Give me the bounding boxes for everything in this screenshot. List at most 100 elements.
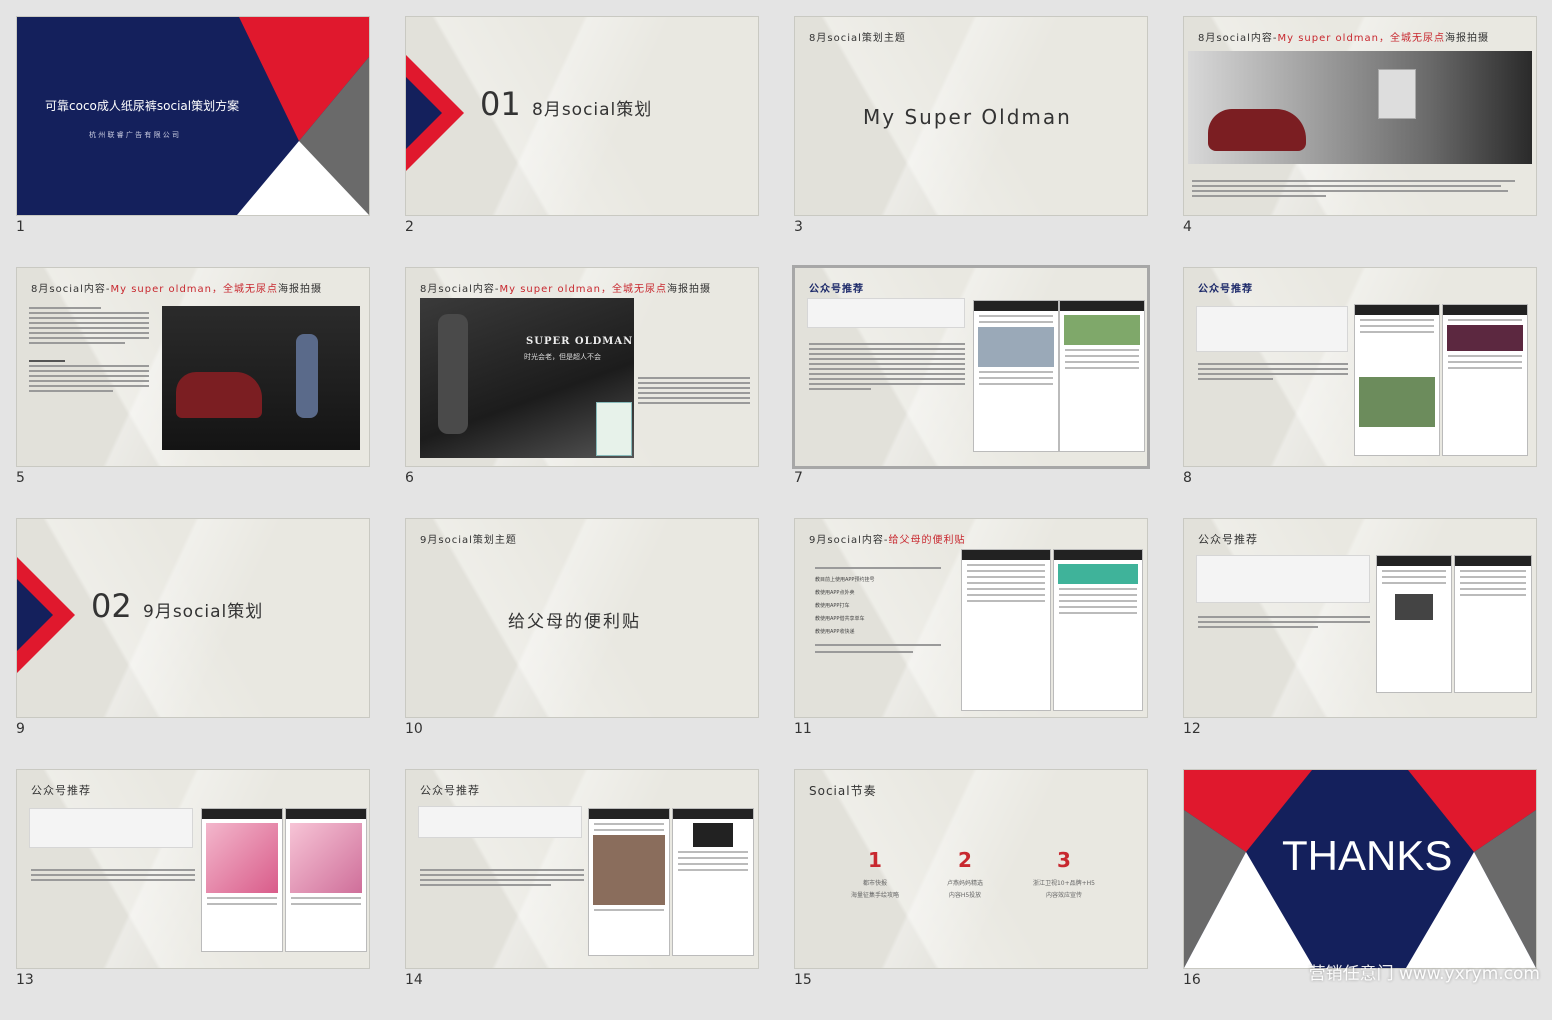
- slide-9-index: 02: [91, 587, 132, 625]
- slide-number: 6: [405, 470, 414, 486]
- slide-3-label: 8月social策划主题: [809, 33, 906, 44]
- slide-7[interactable]: 公众号推荐: [792, 265, 1150, 469]
- slide-2-chevron: [406, 55, 464, 171]
- slide-13-label: 公众号推荐: [31, 784, 91, 797]
- slide-1-subtitle: 杭 州 联 睿 广 告 有 限 公 司: [89, 131, 180, 139]
- car-shape: [176, 372, 262, 418]
- slide-number: 3: [794, 219, 803, 235]
- phone-screenshot: [588, 808, 670, 956]
- slide-7-label: 公众号推荐: [809, 284, 864, 295]
- phone-screenshot: [1376, 555, 1452, 693]
- slide-12[interactable]: 公众号推荐: [1183, 518, 1537, 718]
- slide-thumb-7[interactable]: 公众号推荐 7: [792, 265, 1150, 518]
- phone-screenshot: [1354, 304, 1440, 456]
- slide-4-label: 8月social内容-My super oldman，全城无尿点海报拍摄: [1198, 33, 1489, 44]
- slide-5-label: 8月social内容-My super oldman，全城无尿点海报拍摄: [31, 284, 322, 295]
- slide-14-label: 公众号推荐: [420, 784, 480, 797]
- slide-16-title: THANKS: [1282, 832, 1453, 879]
- account-card: [1196, 555, 1370, 603]
- slide-13[interactable]: 公众号推荐: [16, 769, 370, 969]
- slide-1[interactable]: 可靠coco成人纸尿裤social策划方案 杭 州 联 睿 广 告 有 限 公 …: [16, 16, 370, 216]
- slide-10-label: 9月social策划主题: [420, 535, 517, 546]
- product-pack: [596, 402, 632, 456]
- slide-14[interactable]: 公众号推荐: [405, 769, 759, 969]
- rhythm-step: 3 浙江卫视10+品牌+H5 内容效应宣传: [1032, 848, 1096, 899]
- card-shape: [1378, 69, 1416, 119]
- figure-shape: [438, 314, 468, 434]
- slide-2-title: 8月social策划: [532, 100, 653, 120]
- slide-number: 8: [1183, 470, 1192, 486]
- slide-thumb-3[interactable]: 8月social策划主题 My Super Oldman 3: [794, 16, 1148, 267]
- slide-2-index: 01: [480, 85, 521, 123]
- slide-number: 13: [16, 972, 34, 988]
- poster-tagline: 时光会老，但是超人不会: [524, 353, 601, 361]
- slide-thumb-2[interactable]: 01 8月social策划 2: [405, 16, 759, 267]
- slide-1-title: 可靠coco成人纸尿裤social策划方案: [45, 99, 240, 113]
- slide-2[interactable]: 01 8月social策划: [405, 16, 759, 216]
- slide-thumb-10[interactable]: 9月social策划主题 给父母的便利贴 10: [405, 518, 759, 769]
- slide-5-body: [29, 304, 149, 395]
- slide-4-photo: [1188, 51, 1532, 164]
- slide-8[interactable]: 公众号推荐: [1183, 267, 1537, 467]
- slide-thumb-13[interactable]: 公众号推荐 13: [16, 769, 370, 1020]
- slide-11-bullets: 教目前上使用APP预约挂号 教使用APP点外卖 教使用APP打车 教使用APP借…: [815, 567, 955, 653]
- phone-screenshot: [201, 808, 283, 952]
- slide-15-label: Social节奏: [809, 784, 877, 798]
- slide-5[interactable]: 8月social内容-My super oldman，全城无尿点海报拍摄: [16, 267, 370, 467]
- slide-3[interactable]: 8月social策划主题 My Super Oldman: [794, 16, 1148, 216]
- slide-number: 9: [16, 721, 25, 737]
- slide-13-body: [31, 866, 195, 884]
- slide-thumb-14[interactable]: 公众号推荐 14: [405, 769, 759, 1020]
- slide-6-poster: SUPER OLDMAN 时光会老，但是超人不会: [420, 298, 634, 458]
- car-shape: [1208, 109, 1306, 151]
- slide-4-body: [1192, 177, 1528, 200]
- slide-15[interactable]: Social节奏 1 都市快报 海量征集手绘攻略 2 卢燕妈妈精选 内容H5投放…: [794, 769, 1148, 969]
- slide-6-body: [638, 374, 750, 407]
- slide-9[interactable]: 02 9月social策划: [16, 518, 370, 718]
- phone-screenshot: [1454, 555, 1532, 693]
- rhythm-step: 1 都市快报 海量征集手绘攻略: [850, 848, 899, 899]
- slide-1-shapes: [237, 17, 369, 215]
- slide-thumb-9[interactable]: 02 9月social策划 9: [16, 518, 370, 769]
- slide-9-title: 9月social策划: [143, 602, 264, 622]
- slide-number: 5: [16, 470, 25, 486]
- slide-thumb-6[interactable]: 8月social内容-My super oldman，全城无尿点海报拍摄 SUP…: [405, 267, 759, 518]
- slide-thumb-11[interactable]: 9月social内容-给父母的便利贴 教目前上使用APP预约挂号 教使用APP点…: [794, 518, 1148, 769]
- bullet-item: 教使用APP打车: [815, 603, 850, 609]
- slide-thumb-1[interactable]: 可靠coco成人纸尿裤social策划方案 杭 州 联 睿 广 告 有 限 公 …: [16, 16, 370, 267]
- slide-number: 14: [405, 972, 423, 988]
- phone-screenshot: [961, 549, 1051, 711]
- slide-thumb-5[interactable]: 8月social内容-My super oldman，全城无尿点海报拍摄 5: [16, 267, 370, 518]
- slide-11[interactable]: 9月social内容-给父母的便利贴 教目前上使用APP预约挂号 教使用APP点…: [794, 518, 1148, 718]
- phone-screenshot: [672, 808, 754, 956]
- slide-6-label: 8月social内容-My super oldman，全城无尿点海报拍摄: [420, 284, 711, 295]
- slide-10[interactable]: 9月social策划主题 给父母的便利贴: [405, 518, 759, 718]
- bullet-item: 教目前上使用APP预约挂号: [815, 577, 875, 583]
- phone-screenshot: [1059, 300, 1145, 452]
- slide-number: 11: [794, 721, 812, 737]
- slide-4[interactable]: 8月social内容-My super oldman，全城无尿点海报拍摄: [1183, 16, 1537, 216]
- slide-thumb-12[interactable]: 公众号推荐 12: [1183, 518, 1537, 769]
- slide-number: 12: [1183, 721, 1201, 737]
- slide-number: 15: [794, 972, 812, 988]
- slide-9-chevron: [17, 557, 75, 673]
- slide-10-headline: 给父母的便利贴: [508, 612, 641, 632]
- slide-thumb-8[interactable]: 公众号推荐 8: [1183, 267, 1537, 518]
- slide-thumb-15[interactable]: Social节奏 1 都市快报 海量征集手绘攻略 2 卢燕妈妈精选 内容H5投放…: [794, 769, 1148, 1020]
- slide-5-photo: [162, 306, 360, 450]
- figure-shape: [296, 334, 318, 418]
- slide-number: 1: [16, 219, 25, 235]
- slide-12-body: [1198, 613, 1370, 631]
- slide-14-body: [420, 866, 584, 889]
- account-card: [1196, 306, 1348, 352]
- slide-6[interactable]: 8月social内容-My super oldman，全城无尿点海报拍摄 SUP…: [405, 267, 759, 467]
- watermark: 营销任意门 www.yxrym.com: [1308, 964, 1540, 984]
- slide-thumb-4[interactable]: 8月social内容-My super oldman，全城无尿点海报拍摄 4: [1183, 16, 1537, 267]
- slide-7-body: [809, 340, 965, 393]
- bullet-item: 教使用APP点外卖: [815, 590, 855, 596]
- slide-8-label: 公众号推荐: [1198, 284, 1253, 295]
- slide-16[interactable]: THANKS: [1183, 769, 1537, 969]
- slide-number: 2: [405, 219, 414, 235]
- rhythm-step: 2 卢燕妈妈精选 内容H5投放: [946, 848, 983, 899]
- poster-title: SUPER OLDMAN: [526, 336, 634, 347]
